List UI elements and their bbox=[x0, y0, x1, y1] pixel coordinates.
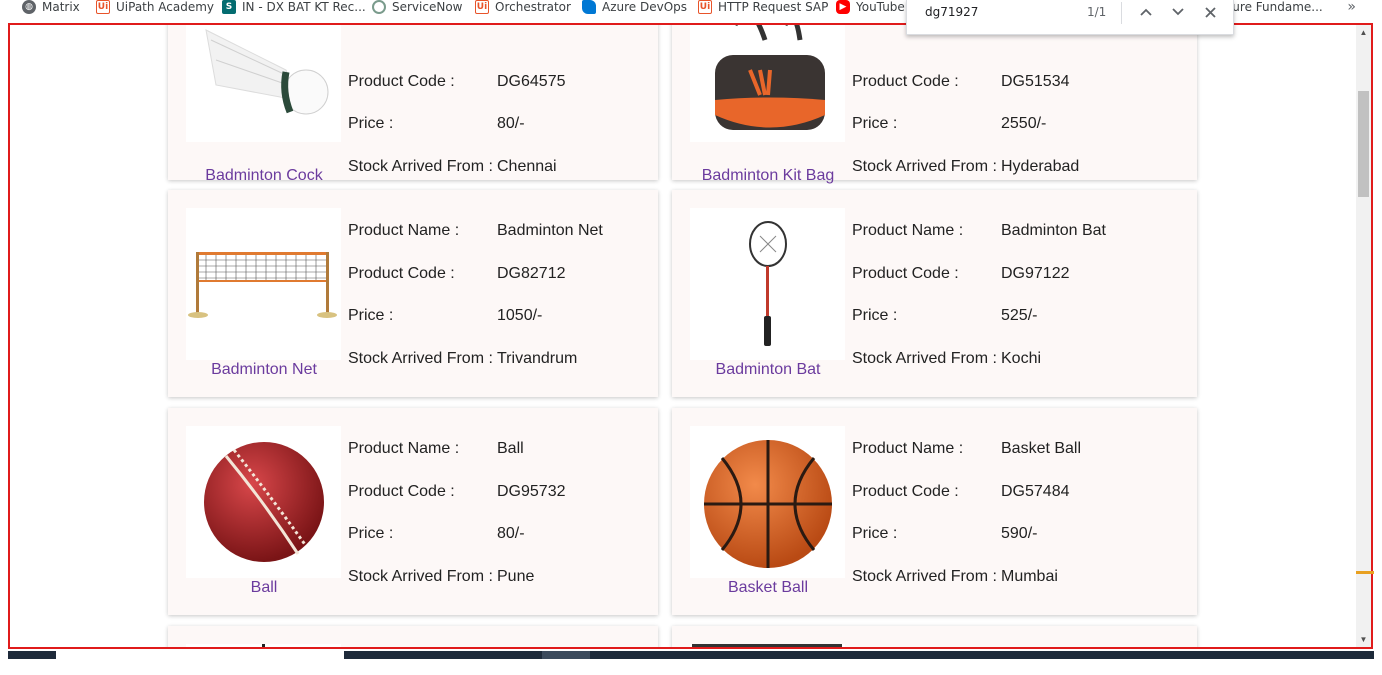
find-previous-button[interactable] bbox=[1135, 2, 1157, 22]
uipath-icon: Ui bbox=[698, 0, 712, 14]
azure-devops-icon bbox=[582, 0, 596, 14]
product-card: Badminton Kit Bag Product Code : DG51534… bbox=[672, 25, 1197, 184]
product-card: Badminton Bat Product Name : Badminton B… bbox=[672, 190, 1197, 397]
bookmark-http-request-sap[interactable]: Ui HTTP Request SAP bbox=[698, 0, 828, 14]
product-image bbox=[186, 644, 341, 647]
bookmark-uipath-academy[interactable]: Ui UiPath Academy bbox=[96, 0, 214, 14]
product-image bbox=[186, 208, 341, 360]
product-image bbox=[690, 25, 845, 142]
product-card: Badminton Net Product Name : Badminton N… bbox=[168, 190, 658, 397]
find-input[interactable] bbox=[923, 4, 1077, 20]
uipath-icon: Ui bbox=[475, 0, 489, 14]
youtube-icon: ▶ bbox=[836, 0, 850, 14]
bookmark-matrix[interactable]: ◍ Matrix bbox=[22, 0, 80, 14]
more-bookmarks-button[interactable]: » bbox=[1347, 0, 1356, 15]
taskbar-app[interactable] bbox=[542, 651, 590, 659]
chevron-up-icon bbox=[1140, 8, 1152, 16]
product-card bbox=[672, 626, 1197, 647]
taskbar bbox=[8, 651, 1374, 659]
close-icon bbox=[1204, 6, 1216, 18]
servicenow-icon bbox=[372, 0, 386, 14]
product-caption[interactable]: Badminton Kit Bag bbox=[672, 167, 864, 185]
uipath-icon: Ui bbox=[96, 0, 110, 14]
find-close-button[interactable] bbox=[1199, 2, 1221, 22]
sharepoint-icon: S bbox=[222, 0, 236, 14]
edge-marker bbox=[1356, 571, 1374, 574]
find-divider bbox=[1121, 2, 1122, 24]
bookmark-servicenow[interactable]: ServiceNow bbox=[372, 0, 462, 14]
product-caption[interactable]: Ball bbox=[168, 579, 360, 597]
product-image bbox=[690, 208, 845, 360]
product-card: Ball Product Name : Ball Product Code : … bbox=[168, 408, 658, 615]
product-caption[interactable]: Badminton Net bbox=[168, 361, 360, 379]
vertical-scrollbar[interactable]: ▲ ▼ bbox=[1356, 25, 1371, 647]
product-caption[interactable]: Badminton Cock bbox=[168, 167, 360, 185]
product-caption[interactable]: Badminton Bat bbox=[672, 361, 864, 379]
bookmark-dx-bat-kt[interactable]: S IN - DX BAT KT Rec... bbox=[222, 0, 366, 14]
product-card bbox=[168, 626, 658, 647]
bookmark-youtube[interactable]: ▶ YouTube bbox=[836, 0, 905, 14]
product-image bbox=[186, 426, 341, 578]
product-card: Basket Ball Product Name : Basket Ball P… bbox=[672, 408, 1197, 615]
chevron-down-icon bbox=[1172, 8, 1184, 16]
find-bar: 1/1 bbox=[906, 0, 1234, 35]
product-image bbox=[186, 25, 341, 142]
globe-icon: ◍ bbox=[22, 0, 36, 14]
bookmark-azure-devops[interactable]: Azure DevOps bbox=[582, 0, 687, 14]
product-image bbox=[690, 644, 845, 647]
product-image bbox=[690, 426, 845, 578]
scroll-up-arrow-icon[interactable]: ▲ bbox=[1356, 25, 1371, 40]
bookmark-azure-fundamentals[interactable]: zure Fundame... bbox=[1226, 0, 1323, 14]
find-match-count: 1/1 bbox=[1087, 5, 1107, 19]
bookmark-orchestrator[interactable]: Ui Orchestrator bbox=[475, 0, 571, 14]
scrollbar-thumb[interactable] bbox=[1358, 91, 1369, 197]
taskbar-search[interactable] bbox=[56, 651, 344, 659]
product-caption[interactable]: Basket Ball bbox=[672, 579, 864, 597]
find-next-button[interactable] bbox=[1167, 2, 1189, 22]
scroll-down-arrow-icon[interactable]: ▼ bbox=[1356, 632, 1371, 647]
product-card: Badminton Cock Product Code : DG64575 Pr… bbox=[168, 25, 658, 184]
page-viewport: Badminton Cock Product Code : DG64575 Pr… bbox=[8, 23, 1373, 649]
